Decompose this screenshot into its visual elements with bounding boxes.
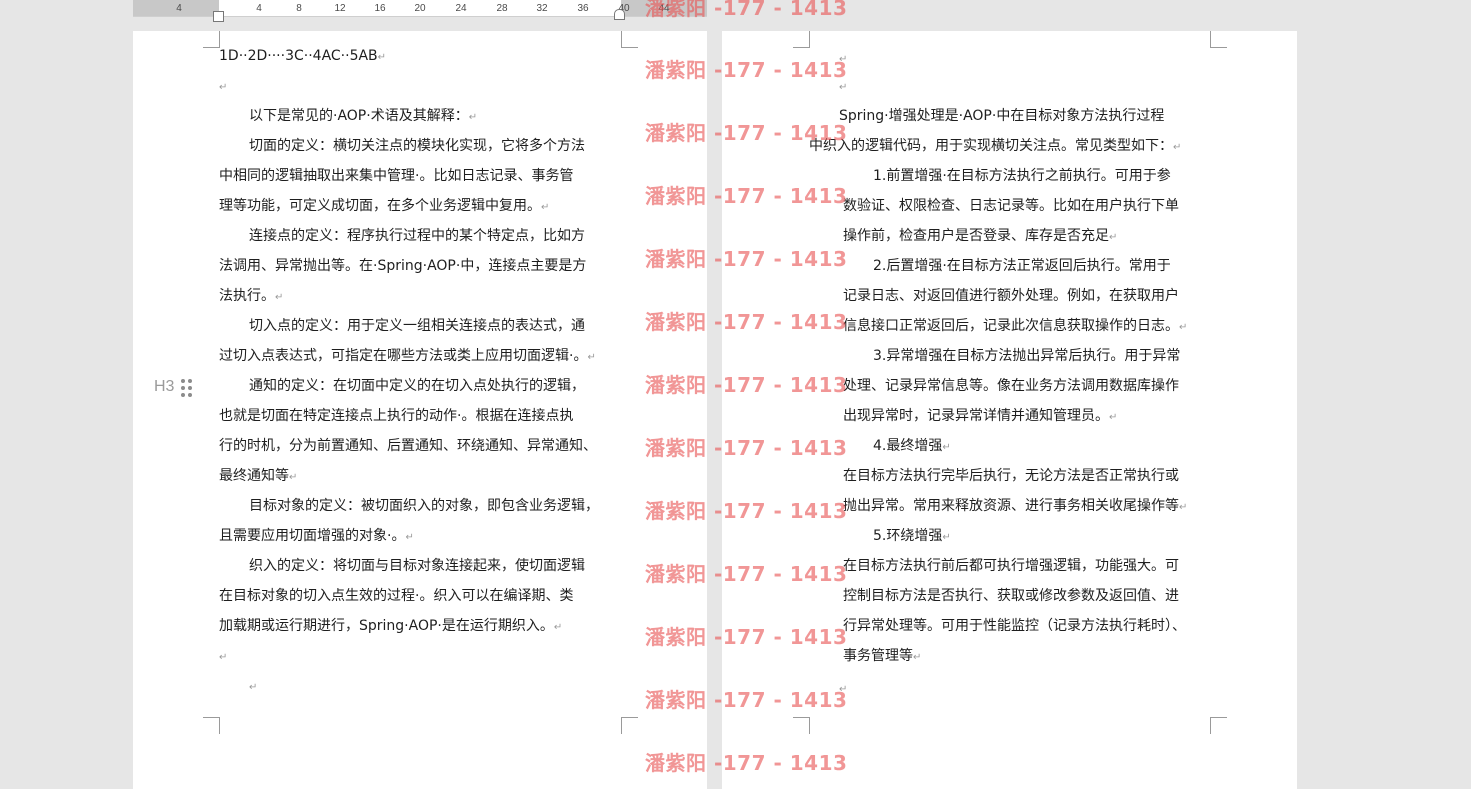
paragraph-line[interactable]: 法执行。↵ [219, 281, 283, 313]
paragraph-line[interactable]: 1.前置增强·在目标方法执行之前执行。可用于参 [873, 161, 1171, 191]
paragraph-line[interactable]: 以下是常见的·AOP·术语及其解释：↵ [249, 101, 477, 133]
answer-key-line[interactable]: 1D··2D····3C··4AC··5AB↵ [219, 41, 386, 73]
paragraph-line[interactable]: 3.异常增强在目标方法抛出异常后执行。用于异常 [873, 341, 1180, 371]
paragraph-line[interactable]: Spring·增强处理是·AOP·中在目标对象方法执行过程 [839, 101, 1164, 131]
paragraph-line[interactable]: 法调用、异常抛出等。在·Spring·AOP·中，连接点主要是方 [219, 251, 586, 281]
ruler-tick: 16 [374, 3, 386, 14]
left-indent-marker[interactable] [213, 11, 224, 22]
paragraph-line[interactable]: 5.环绕增强↵ [873, 521, 951, 553]
paragraph-line[interactable]: 连接点的定义：程序执行过程中的某个特定点，比如方 [249, 221, 585, 251]
paragraph-line[interactable]: 控制目标方法是否执行、获取或修改参数及返回值、进 [843, 581, 1179, 611]
paragraph-line[interactable]: 在目标方法执行前后都可执行增强逻辑，功能强大。可 [843, 551, 1179, 581]
margin-corner-mark [621, 717, 638, 734]
paragraph-line[interactable]: 理等功能，可定义成切面，在多个业务逻辑中复用。↵ [219, 191, 549, 223]
paragraph-line[interactable]: 在目标对象的切入点生效的过程·。织入可以在编译期、类 [219, 581, 573, 611]
paragraph-line[interactable]: 4.最终增强↵ [873, 431, 951, 463]
empty-paragraph[interactable]: ↵ [249, 671, 257, 703]
paragraph-line[interactable]: 操作前，检查用户是否登录、库存是否充足↵ [843, 221, 1117, 253]
paragraph-line[interactable]: 事务管理等↵ [843, 641, 921, 673]
margin-corner-mark [203, 717, 220, 734]
paragraph-line[interactable]: 过切入点表达式，可指定在哪些方法或类上应用切面逻辑·。↵ [219, 341, 596, 373]
heading-level-marker[interactable]: H3 [154, 378, 174, 396]
paragraph-line[interactable]: 行异常处理等。可用于性能监控（记录方法执行耗时）、 [843, 611, 1186, 641]
paragraph-line[interactable]: 且需要应用切面增强的对象·。↵ [219, 521, 414, 553]
document-page-1[interactable]: 1D··2D····3C··4AC··5AB↵ ↵ 以下是常见的·AOP·术语及… [133, 31, 707, 789]
paragraph-line[interactable]: 出现异常时，记录异常详情并通知管理员。↵ [843, 401, 1117, 433]
ruler-tick: 20 [414, 3, 426, 14]
margin-corner-mark [1210, 717, 1227, 734]
paragraph-line[interactable]: 2.后置增强·在目标方法正常返回后执行。常用于 [873, 251, 1171, 281]
paragraph-line[interactable]: 行的时机，分为前置通知、后置通知、环绕通知、异常通知、 [219, 431, 597, 461]
document-page-2[interactable]: ↵ ↵ Spring·增强处理是·AOP·中在目标对象方法执行过程 中织入的逻辑… [722, 31, 1297, 789]
margin-corner-mark [203, 31, 220, 48]
ruler-tick: 36 [577, 3, 589, 14]
paragraph-line[interactable]: 最终通知等↵ [219, 461, 297, 493]
right-indent-marker[interactable] [614, 9, 625, 20]
ruler-tick: 12 [334, 3, 346, 14]
drag-handle-icon[interactable] [181, 379, 193, 397]
ruler-tick: 44 [658, 3, 670, 14]
ruler-tick: 32 [536, 3, 548, 14]
paragraph-line[interactable]: 中织入的逻辑代码，用于实现横切关注点。常见类型如下：↵ [809, 131, 1181, 163]
paragraph-line[interactable]: 抛出异常。常用来释放资源、进行事务相关收尾操作等↵ [843, 491, 1187, 523]
paragraph-line[interactable]: 处理、记录异常信息等。像在业务方法调用数据库操作 [843, 371, 1179, 401]
paragraph-line[interactable]: 通知的定义：在切面中定义的在切入点处执行的逻辑， [249, 371, 585, 401]
paragraph-line[interactable]: 在目标方法执行完毕后执行，无论方法是否正常执行或 [843, 461, 1179, 491]
paragraph-line[interactable]: 目标对象的定义：被切面织入的对象，即包含业务逻辑， [249, 491, 599, 521]
empty-paragraph[interactable]: ↵ [839, 673, 847, 705]
empty-paragraph[interactable]: ↵ [839, 71, 847, 103]
margin-corner-mark [1210, 31, 1227, 48]
horizontal-ruler[interactable]: 4 4 8 12 16 20 24 28 32 36 40 44 [133, 0, 707, 22]
paragraph-line[interactable]: 切入点的定义：用于定义一组相关连接点的表达式，通 [249, 311, 585, 341]
margin-corner-mark [793, 31, 810, 48]
ruler-tick: 4 [176, 3, 182, 14]
ruler-tick: 8 [296, 3, 302, 14]
ruler-tick: 24 [455, 3, 467, 14]
paragraph-line[interactable]: 切面的定义：横切关注点的模块化实现，它将多个方法 [249, 131, 585, 161]
margin-corner-mark [793, 717, 810, 734]
paragraph-line[interactable]: 织入的定义：将切面与目标对象连接起来，使切面逻辑 [249, 551, 585, 581]
empty-paragraph[interactable]: ↵ [219, 641, 227, 673]
empty-paragraph[interactable]: ↵ [219, 71, 227, 103]
paragraph-line[interactable]: 也就是切面在特定连接点上执行的动作·。根据在连接点执 [219, 401, 573, 431]
paragraph-line[interactable]: 数验证、权限检查、日志记录等。比如在用户执行下单 [843, 191, 1179, 221]
paragraph-line[interactable]: 记录日志、对返回值进行额外处理。例如，在获取用户 [843, 281, 1179, 311]
margin-corner-mark [621, 31, 638, 48]
ruler-tick: 28 [496, 3, 508, 14]
ruler-tick: 4 [256, 3, 262, 14]
paragraph-line[interactable]: 中相同的逻辑抽取出来集中管理·。比如日志记录、事务管 [219, 161, 573, 191]
paragraph-line[interactable]: 加载期或运行期进行，Spring·AOP·是在运行期织入。↵ [219, 611, 562, 643]
paragraph-line[interactable]: 信息接口正常返回后，记录此次信息获取操作的日志。↵ [843, 311, 1187, 343]
